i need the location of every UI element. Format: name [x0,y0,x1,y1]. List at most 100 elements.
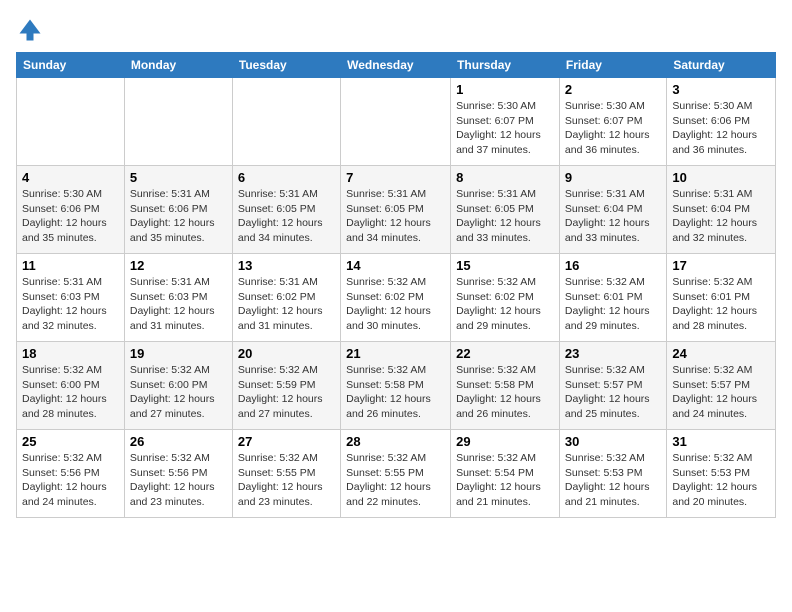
calendar-cell: 4 Sunrise: 5:30 AM Sunset: 6:06 PM Daylig… [17,166,125,254]
weekday-header-row: SundayMondayTuesdayWednesdayThursdayFrid… [17,53,776,78]
cell-info: Sunrise: 5:32 AM Sunset: 5:57 PM Dayligh… [672,363,770,422]
day-number: 3 [672,82,770,97]
calendar-cell: 31Sunrise: 5:32 AM Sunset: 5:53 PM Dayli… [667,430,776,518]
calendar-cell [17,78,125,166]
cell-info: Sunrise: 5:32 AM Sunset: 6:00 PM Dayligh… [130,363,227,422]
cell-info: Sunrise: 5:30 AM Sunset: 6:07 PM Dayligh… [456,99,554,158]
logo-icon [16,16,44,44]
day-number: 14 [346,258,445,273]
day-number: 25 [22,434,119,449]
calendar-week-row: 1 Sunrise: 5:30 AM Sunset: 6:07 PM Daylig… [17,78,776,166]
calendar-week-row: 11 Sunrise: 5:31 AM Sunset: 6:03 PM Dayli… [17,254,776,342]
day-number: 12 [130,258,227,273]
cell-info: Sunrise: 5:30 AM Sunset: 6:06 PM Dayligh… [22,187,119,246]
weekday-header: Sunday [17,53,125,78]
cell-info: Sunrise: 5:32 AM Sunset: 5:56 PM Dayligh… [22,451,119,510]
cell-info: Sunrise: 5:32 AM Sunset: 5:58 PM Dayligh… [346,363,445,422]
calendar-week-row: 4 Sunrise: 5:30 AM Sunset: 6:06 PM Daylig… [17,166,776,254]
calendar-cell: 26 Sunrise: 5:32 AM Sunset: 5:56 PM Dayli… [124,430,232,518]
cell-info: Sunrise: 5:32 AM Sunset: 5:55 PM Dayligh… [346,451,445,510]
calendar-week-row: 25 Sunrise: 5:32 AM Sunset: 5:56 PM Dayli… [17,430,776,518]
day-number: 2 [565,82,661,97]
day-number: 23 [565,346,661,361]
page-header [16,16,776,44]
day-number: 16 [565,258,661,273]
calendar-cell: 11 Sunrise: 5:31 AM Sunset: 6:03 PM Dayli… [17,254,125,342]
cell-info: Sunrise: 5:32 AM Sunset: 5:55 PM Dayligh… [238,451,335,510]
day-number: 30 [565,434,661,449]
calendar-cell: 17 Sunrise: 5:32 AM Sunset: 6:01 PM Dayli… [667,254,776,342]
cell-info: Sunrise: 5:32 AM Sunset: 5:58 PM Dayligh… [456,363,554,422]
cell-info: Sunrise: 5:31 AM Sunset: 6:02 PM Dayligh… [238,275,335,334]
cell-info: Sunrise: 5:32 AM Sunset: 6:01 PM Dayligh… [672,275,770,334]
day-number: 18 [22,346,119,361]
cell-info: Sunrise: 5:32 AM Sunset: 5:59 PM Dayligh… [238,363,335,422]
day-number: 11 [22,258,119,273]
weekday-header: Wednesday [341,53,451,78]
calendar-cell: 25 Sunrise: 5:32 AM Sunset: 5:56 PM Dayli… [17,430,125,518]
day-number: 27 [238,434,335,449]
calendar-cell: 16 Sunrise: 5:32 AM Sunset: 6:01 PM Dayli… [559,254,666,342]
calendar-cell: 1 Sunrise: 5:30 AM Sunset: 6:07 PM Daylig… [451,78,560,166]
calendar-cell: 18 Sunrise: 5:32 AM Sunset: 6:00 PM Dayli… [17,342,125,430]
calendar-cell: 15Sunrise: 5:32 AM Sunset: 6:02 PM Dayli… [451,254,560,342]
cell-info: Sunrise: 5:31 AM Sunset: 6:03 PM Dayligh… [130,275,227,334]
calendar-cell: 21 Sunrise: 5:32 AM Sunset: 5:58 PM Dayli… [341,342,451,430]
calendar-cell: 28 Sunrise: 5:32 AM Sunset: 5:55 PM Dayli… [341,430,451,518]
cell-info: Sunrise: 5:32 AM Sunset: 5:57 PM Dayligh… [565,363,661,422]
weekday-header: Monday [124,53,232,78]
calendar-cell: 13 Sunrise: 5:31 AM Sunset: 6:02 PM Dayli… [232,254,340,342]
cell-info: Sunrise: 5:32 AM Sunset: 5:53 PM Dayligh… [565,451,661,510]
cell-info: Sunrise: 5:32 AM Sunset: 6:00 PM Dayligh… [22,363,119,422]
day-number: 19 [130,346,227,361]
cell-info: Sunrise: 5:32 AM Sunset: 6:02 PM Dayligh… [346,275,445,334]
cell-info: Sunrise: 5:31 AM Sunset: 6:03 PM Dayligh… [22,275,119,334]
day-number: 28 [346,434,445,449]
calendar-cell: 10 Sunrise: 5:31 AM Sunset: 6:04 PM Dayli… [667,166,776,254]
calendar-cell [341,78,451,166]
cell-info: Sunrise: 5:31 AM Sunset: 6:04 PM Dayligh… [672,187,770,246]
calendar-cell: 23 Sunrise: 5:32 AM Sunset: 5:57 PM Dayli… [559,342,666,430]
day-number: 10 [672,170,770,185]
day-number: 9 [565,170,661,185]
calendar-cell: 8Sunrise: 5:31 AM Sunset: 6:05 PM Daylig… [451,166,560,254]
day-number: 17 [672,258,770,273]
calendar-cell: 5 Sunrise: 5:31 AM Sunset: 6:06 PM Daylig… [124,166,232,254]
calendar-cell: 24Sunrise: 5:32 AM Sunset: 5:57 PM Dayli… [667,342,776,430]
cell-info: Sunrise: 5:30 AM Sunset: 6:07 PM Dayligh… [565,99,661,158]
day-number: 5 [130,170,227,185]
day-number: 20 [238,346,335,361]
weekday-header: Friday [559,53,666,78]
day-number: 15 [456,258,554,273]
calendar-cell: 6Sunrise: 5:31 AM Sunset: 6:05 PM Daylig… [232,166,340,254]
calendar-cell: 9 Sunrise: 5:31 AM Sunset: 6:04 PM Daylig… [559,166,666,254]
day-number: 4 [22,170,119,185]
calendar-table: SundayMondayTuesdayWednesdayThursdayFrid… [16,52,776,518]
cell-info: Sunrise: 5:31 AM Sunset: 6:05 PM Dayligh… [238,187,335,246]
day-number: 8 [456,170,554,185]
day-number: 21 [346,346,445,361]
cell-info: Sunrise: 5:31 AM Sunset: 6:06 PM Dayligh… [130,187,227,246]
calendar-cell: 27 Sunrise: 5:32 AM Sunset: 5:55 PM Dayli… [232,430,340,518]
calendar-cell: 19 Sunrise: 5:32 AM Sunset: 6:00 PM Dayli… [124,342,232,430]
weekday-header: Tuesday [232,53,340,78]
calendar-cell [232,78,340,166]
day-number: 31 [672,434,770,449]
day-number: 1 [456,82,554,97]
weekday-header: Thursday [451,53,560,78]
calendar-cell: 3Sunrise: 5:30 AM Sunset: 6:06 PM Daylig… [667,78,776,166]
calendar-cell: 2 Sunrise: 5:30 AM Sunset: 6:07 PM Daylig… [559,78,666,166]
cell-info: Sunrise: 5:31 AM Sunset: 6:04 PM Dayligh… [565,187,661,246]
logo [16,16,48,44]
day-number: 13 [238,258,335,273]
calendar-cell [124,78,232,166]
day-number: 26 [130,434,227,449]
cell-info: Sunrise: 5:32 AM Sunset: 6:01 PM Dayligh… [565,275,661,334]
cell-info: Sunrise: 5:32 AM Sunset: 5:56 PM Dayligh… [130,451,227,510]
day-number: 7 [346,170,445,185]
cell-info: Sunrise: 5:32 AM Sunset: 5:54 PM Dayligh… [456,451,554,510]
calendar-week-row: 18 Sunrise: 5:32 AM Sunset: 6:00 PM Dayli… [17,342,776,430]
calendar-cell: 7Sunrise: 5:31 AM Sunset: 6:05 PM Daylig… [341,166,451,254]
calendar-cell: 22 Sunrise: 5:32 AM Sunset: 5:58 PM Dayli… [451,342,560,430]
day-number: 22 [456,346,554,361]
